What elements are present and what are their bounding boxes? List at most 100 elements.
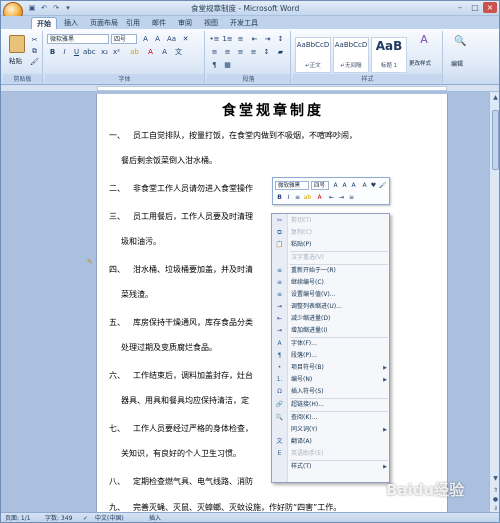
increase-indent-icon[interactable]: ⇥ xyxy=(337,193,346,202)
tab-view[interactable]: 视图 xyxy=(199,17,223,29)
context-menu-item[interactable]: Ω 插入符号(S) xyxy=(272,387,391,397)
italic-icon[interactable]: I xyxy=(59,47,70,57)
font-color-icon[interactable]: A xyxy=(145,47,156,57)
decrease-indent-icon[interactable]: ⇤ xyxy=(249,34,260,44)
context-menu-item[interactable]: ≡ 继续编号(C) xyxy=(272,278,391,288)
context-menu-item[interactable]: 📋 粘贴(P) xyxy=(272,240,391,250)
justify-icon[interactable]: ≡ xyxy=(248,47,259,57)
format-painter-icon[interactable]: 🖌 xyxy=(378,181,387,190)
redo-icon[interactable]: ↷ xyxy=(51,3,61,13)
change-styles-icon[interactable]: A xyxy=(409,34,439,45)
increase-indent-icon[interactable]: ⇥ xyxy=(262,34,273,44)
tab-references[interactable]: 引用 xyxy=(121,17,145,29)
sort-icon[interactable]: ↕ xyxy=(275,34,286,44)
align-center-icon[interactable]: ≡ xyxy=(222,47,233,57)
style-icon[interactable]: A xyxy=(349,181,358,190)
tab-mailings[interactable]: 邮件 xyxy=(147,17,171,29)
tab-insert[interactable]: 插入 xyxy=(59,17,83,29)
grow-font-icon[interactable]: A xyxy=(140,34,151,44)
scroll-thumb[interactable] xyxy=(492,110,499,170)
context-menu-item[interactable]: 汉字重选(V) xyxy=(272,253,391,263)
copy-icon[interactable]: ⧉ xyxy=(29,46,40,56)
align-left-icon[interactable]: ≡ xyxy=(209,47,220,57)
mini-font-combo[interactable]: 微软雅黑 xyxy=(275,181,309,190)
change-case-icon[interactable]: A xyxy=(360,181,369,190)
line-spacing-icon[interactable]: ↕ xyxy=(261,47,272,57)
phonetic-icon[interactable]: 文 xyxy=(173,47,184,57)
style-no-spacing[interactable]: AaBbCcD ↵无间隔 xyxy=(333,37,369,73)
format-painter-icon[interactable]: 🖌 xyxy=(29,57,40,67)
ruler[interactable] xyxy=(1,85,499,92)
maximize-icon[interactable]: □ xyxy=(468,2,482,13)
status-page[interactable]: 页面: 1/1 xyxy=(5,513,31,522)
status-words[interactable]: 字数: 349 xyxy=(45,513,72,522)
italic-icon[interactable]: I xyxy=(284,193,293,202)
shrink-font-icon[interactable]: A xyxy=(152,34,163,44)
decrease-indent-icon[interactable]: ⇤ xyxy=(327,193,336,202)
char-border-icon[interactable]: A xyxy=(159,47,170,57)
context-menu-item[interactable]: 文 翻译(A) xyxy=(272,437,391,447)
find-icon[interactable]: 🔍 xyxy=(454,37,466,47)
close-icon[interactable]: × xyxy=(483,2,497,13)
change-case-icon[interactable]: Aa xyxy=(166,34,177,44)
grow-font-icon[interactable]: A xyxy=(331,181,340,190)
tab-developer[interactable]: 开发工具 xyxy=(225,17,263,29)
tab-review[interactable]: 审阅 xyxy=(173,17,197,29)
editing-button[interactable]: 编辑 xyxy=(451,59,463,68)
align-right-icon[interactable]: ≡ xyxy=(235,47,246,57)
status-language[interactable]: 中文(中国) xyxy=(95,513,124,522)
paste-options-icon[interactable]: ✎ xyxy=(87,258,96,267)
change-styles-button[interactable]: 更改样式 xyxy=(409,59,431,67)
minimize-icon[interactable]: – xyxy=(453,2,467,13)
phonetic-icon[interactable]: ♥ xyxy=(369,181,378,190)
strikethrough-icon[interactable]: abc xyxy=(83,47,96,57)
borders-icon[interactable]: ▦ xyxy=(222,60,233,70)
paste-button[interactable]: 粘贴 xyxy=(9,55,22,65)
context-menu-item[interactable]: 样式(T) ▶ xyxy=(272,462,391,472)
context-menu-item[interactable]: ≡ 重新开始于一(R) xyxy=(272,266,391,276)
bold-icon[interactable]: B xyxy=(275,193,284,202)
superscript-icon[interactable]: x² xyxy=(111,47,122,57)
scroll-up-icon[interactable]: ▲ xyxy=(491,93,499,102)
mini-size-combo[interactable]: 四号 xyxy=(311,181,329,190)
spell-check-icon[interactable]: ✓ xyxy=(83,513,88,522)
font-size-combo[interactable]: 四号 xyxy=(111,34,137,44)
context-menu-item[interactable]: ⇤ 减少缩进量(D) xyxy=(272,314,391,324)
underline-icon[interactable]: U xyxy=(71,47,82,57)
tab-page-layout[interactable]: 页面布局 xyxy=(85,17,123,29)
highlight-icon[interactable]: ab xyxy=(129,47,140,57)
context-menu-item[interactable]: ⇥ 调整列表缩进(U)... xyxy=(272,302,391,312)
context-menu-item[interactable]: E 英语助手(E) xyxy=(272,449,391,459)
context-menu-item[interactable]: ⧉ 复制(C) xyxy=(272,228,391,238)
context-menu-item[interactable]: • 项目符号(B) ▶ xyxy=(272,363,391,373)
style-normal[interactable]: AaBbCcD ↵正文 xyxy=(295,37,331,73)
context-menu-item[interactable]: 🔍 查阅(K)... xyxy=(272,413,391,423)
bold-icon[interactable]: B xyxy=(47,47,58,57)
paste-icon[interactable] xyxy=(9,35,25,53)
highlight-icon[interactable]: ab xyxy=(303,193,312,202)
bullets-icon[interactable]: ≡ xyxy=(347,193,356,202)
context-menu-item[interactable]: ≡ 设置编号值(V)... xyxy=(272,290,391,300)
vertical-scrollbar[interactable]: ▲ ▼ ⇑ ● ⇓ xyxy=(489,92,499,512)
context-menu-item[interactable]: 🔗 超链接(H)... xyxy=(272,400,391,410)
tab-home[interactable]: 开始 xyxy=(31,17,57,29)
show-marks-icon[interactable]: ¶ xyxy=(209,60,220,70)
style-heading-1[interactable]: AaB 标题 1 xyxy=(371,37,407,73)
context-menu-item[interactable]: 1. 编号(N) ▶ xyxy=(272,375,391,385)
font-color-icon[interactable]: A xyxy=(315,193,324,202)
subscript-icon[interactable]: x₂ xyxy=(99,47,110,57)
context-menu-item[interactable]: ✂ 剪切(T) xyxy=(272,216,391,226)
align-center-icon[interactable]: ≡ xyxy=(293,193,302,202)
multilevel-list-icon[interactable]: ≡ xyxy=(235,34,246,44)
cut-icon[interactable]: ✂ xyxy=(29,35,40,45)
context-menu-item[interactable]: ¶ 段落(P)... xyxy=(272,351,391,361)
shading-icon[interactable]: ▰ xyxy=(275,47,286,57)
font-family-combo[interactable]: 微软雅黑 xyxy=(47,34,109,44)
context-menu-item[interactable]: A 字体(F)... xyxy=(272,339,391,349)
status-insert-mode[interactable]: 插入 xyxy=(149,513,161,522)
bullets-icon[interactable]: •≡ xyxy=(209,34,220,44)
qat-dropdown-icon[interactable]: ▾ xyxy=(63,3,73,13)
undo-icon[interactable]: ↶ xyxy=(39,3,49,13)
shrink-font-icon[interactable]: A xyxy=(340,181,349,190)
context-menu-item[interactable]: 同义词(Y) ▶ xyxy=(272,425,391,435)
